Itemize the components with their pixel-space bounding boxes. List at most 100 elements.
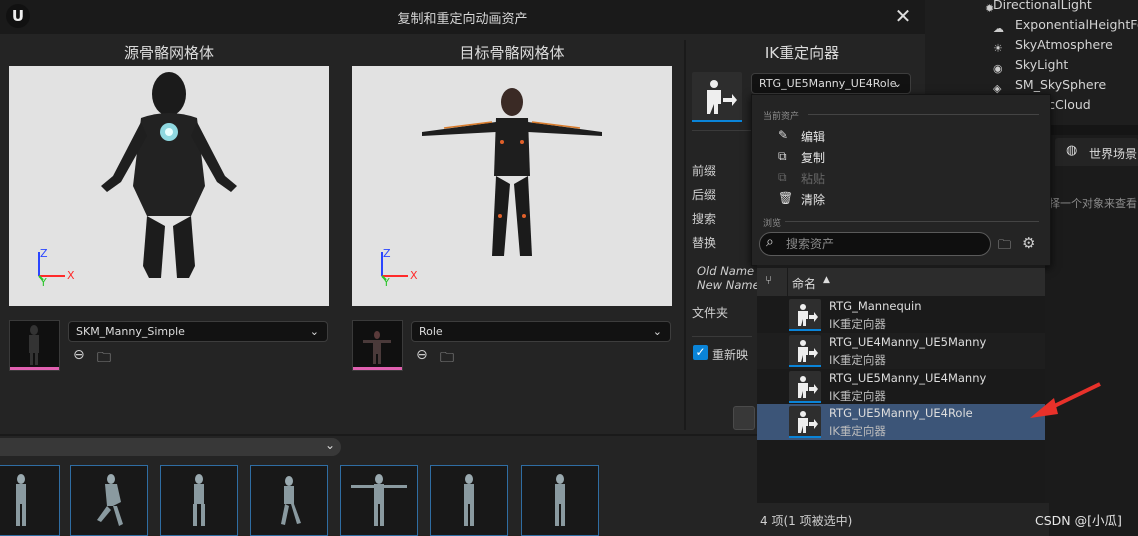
target-title: 目标骨骼网格体 xyxy=(459,44,565,62)
remap-label: 重新映 xyxy=(712,348,749,362)
current-asset-section: 当前资产 xyxy=(763,112,800,122)
browse-asset-icon[interactable]: 🗀 xyxy=(97,347,111,371)
source-viewport[interactable]: Z X Y xyxy=(9,66,329,306)
use-selected-icon[interactable]: ⊖ xyxy=(73,347,85,363)
asset-name: RTG_UE5Manny_UE4Manny xyxy=(829,371,987,385)
watermark: CSDN @[小瓜] xyxy=(1035,513,1122,528)
browse-section: 浏览 xyxy=(763,219,782,229)
asset-type: IK重定向器 xyxy=(829,353,886,367)
source-mesh-dropdown[interactable]: SKM_Manny_Simple ⌄ xyxy=(68,321,328,342)
suffix-label: 后缀 xyxy=(692,188,717,202)
target-mesh-thumbnail[interactable] xyxy=(352,320,403,371)
menu-item-copy[interactable]: 复制 xyxy=(801,149,825,166)
export-button[interactable] xyxy=(733,406,755,430)
chevron-down-icon: ⌄ xyxy=(652,325,662,338)
globe-icon: ◍ xyxy=(1066,143,1078,158)
svg-text:X: X xyxy=(67,269,75,282)
sky-atmosphere-icon: ☀ xyxy=(993,42,1003,55)
asset-row-selected[interactable]: RTG_UE5Manny_UE4Role IK重定向器 xyxy=(757,404,1045,440)
asset-row[interactable]: RTG_UE4Manny_UE5Manny IK重定向器 xyxy=(757,333,1045,369)
target-viewport[interactable]: Z X Y xyxy=(352,66,672,306)
prefix-label: 前缀 xyxy=(692,164,717,178)
annotation-arrow xyxy=(1030,382,1101,418)
asset-type: IK重定向器 xyxy=(829,389,886,403)
settings-gear-icon[interactable]: ⚙ xyxy=(1022,234,1035,252)
menu-item-edit[interactable]: 编辑 xyxy=(801,128,825,145)
animation-filter-bar[interactable]: ⌄ xyxy=(0,438,341,456)
svg-text:Z: Z xyxy=(40,247,48,260)
menu-item-clear[interactable]: 清除 xyxy=(801,191,825,208)
svg-text:X: X xyxy=(410,269,418,282)
retargeter-asset-icon xyxy=(789,299,821,331)
divider xyxy=(692,336,752,337)
asset-type: IK重定向器 xyxy=(829,317,886,331)
retargeter-thumbnail[interactable] xyxy=(692,72,742,122)
details-hint: 选择一个对象来查看 xyxy=(1038,197,1137,210)
replace-label: 替换 xyxy=(692,236,717,250)
paste-icon: ⧉ xyxy=(778,170,787,184)
animation-thumbnail[interactable] xyxy=(340,465,418,536)
outliner-item[interactable]: DirectionalLight xyxy=(993,0,1092,12)
window-title: 复制和重定向动画资产 xyxy=(397,12,528,27)
animation-thumbnail[interactable] xyxy=(250,465,328,536)
outliner-item[interactable]: SM_SkySphere xyxy=(1015,77,1106,92)
edit-icon: ✎ xyxy=(778,128,789,142)
animation-thumbnail[interactable] xyxy=(70,465,148,536)
asset-list-header: ⑂ 命名 ▲ xyxy=(757,268,1045,296)
source-mesh-value: SKM_Manny_Simple xyxy=(76,325,185,338)
outliner-item[interactable]: SkyAtmosphere xyxy=(1015,37,1113,52)
close-icon[interactable]: ✕ xyxy=(893,5,913,27)
old-name-label: Old Name xyxy=(697,264,755,278)
source-title: 源骨骼网格体 xyxy=(123,44,214,62)
retargeter-dropdown[interactable]: RTG_UE5Manny_UE4Role ⌄ xyxy=(751,73,911,94)
retargeter-asset-icon xyxy=(789,371,821,403)
chevron-down-icon: ⌄ xyxy=(324,438,335,452)
asset-row[interactable]: RTG_UE5Manny_UE4Manny IK重定向器 xyxy=(757,369,1045,405)
animation-thumbnail[interactable] xyxy=(0,465,60,536)
svg-text:Y: Y xyxy=(39,276,47,289)
outliner-item[interactable]: ExponentialHeightFog xyxy=(1015,17,1138,32)
column-name-header[interactable]: 命名 xyxy=(792,275,816,292)
asset-name: RTG_UE5Manny_UE4Role xyxy=(829,406,973,420)
animation-thumbnail[interactable] xyxy=(521,465,599,536)
svg-text:Y: Y xyxy=(382,276,390,289)
remap-checkbox[interactable]: ✓ xyxy=(693,345,708,360)
sort-ascending-icon[interactable]: ▲ xyxy=(823,275,830,285)
copy-icon: ⧉ xyxy=(778,149,787,163)
animation-thumbnail[interactable] xyxy=(160,465,238,536)
section-divider xyxy=(785,221,1039,222)
asset-name: RTG_UE4Manny_UE5Manny xyxy=(829,335,987,349)
tab-world-settings-label: 世界场景 xyxy=(1089,147,1138,161)
search-icon: ⌕ xyxy=(766,234,774,250)
asset-name: RTG_Mannequin xyxy=(829,299,922,313)
menu-item-paste: 粘贴 xyxy=(801,172,826,186)
retargeter-title: IK重定向器 xyxy=(764,44,840,62)
source-mesh-thumbnail[interactable] xyxy=(9,320,60,371)
asset-type: IK重定向器 xyxy=(829,424,886,438)
target-mesh-value: Role xyxy=(419,325,443,338)
strip-divider xyxy=(0,434,757,436)
search-label: 搜索 xyxy=(692,212,717,226)
retargeter-asset-icon xyxy=(789,406,821,438)
asset-search-box[interactable]: ⌕ xyxy=(759,232,991,256)
chevron-down-icon: ⌄ xyxy=(309,325,319,338)
target-mesh-dropdown[interactable]: Role ⌄ xyxy=(411,321,671,342)
skylight-icon: ◉ xyxy=(993,62,1003,75)
selection-status: 4 项(1 项被选中) xyxy=(760,514,853,528)
use-selected-icon[interactable]: ⊖ xyxy=(416,347,428,363)
svg-text:Z: Z xyxy=(383,247,391,260)
asset-search-input[interactable] xyxy=(786,236,981,252)
folder-search-icon[interactable]: 🗀 xyxy=(998,236,1011,258)
retargeter-asset-icon xyxy=(789,335,821,367)
outliner-item[interactable]: SkyLight xyxy=(1015,57,1068,72)
column-divider xyxy=(684,40,686,430)
browse-asset-icon[interactable]: 🗀 xyxy=(440,347,454,371)
source-control-icon[interactable]: ⑂ xyxy=(765,273,772,287)
fog-icon: ☁ xyxy=(993,22,1004,35)
section-divider xyxy=(808,114,1039,115)
retargeter-asset-icon xyxy=(707,80,737,114)
folder-label: 文件夹 xyxy=(692,306,729,320)
animation-thumbnail[interactable] xyxy=(430,465,508,536)
new-name-label: New Name xyxy=(697,278,760,292)
asset-row[interactable]: RTG_Mannequin IK重定向器 xyxy=(757,297,1045,333)
